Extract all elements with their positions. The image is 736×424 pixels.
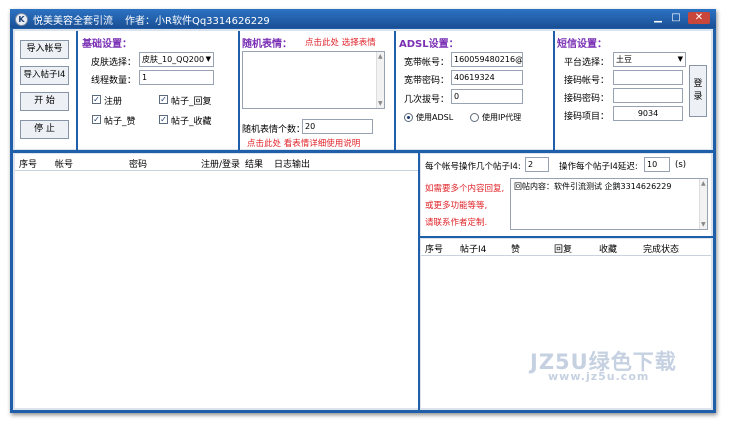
start-button[interactable]: 开 始 (20, 92, 69, 111)
thread-header-line (421, 255, 711, 256)
thread-col-reply: 回复 (554, 245, 573, 255)
adsl-title: ADSL设置： (399, 39, 459, 50)
register-checkbox[interactable]: ✓ (92, 95, 101, 104)
platform-select[interactable]: 土豆 ▼ (613, 52, 686, 67)
scroll-up-icon: ▲ (378, 53, 383, 60)
top-separator (13, 150, 713, 153)
sms-account-input[interactable] (613, 70, 683, 85)
divider-6 (419, 236, 713, 238)
adsl-password-label: 宽带密码： (404, 76, 450, 86)
threads-label: 线程数量： (91, 76, 137, 86)
use-ip-proxy-label: 使用IP代理 (482, 113, 522, 122)
minimize-button[interactable]: ▁ (650, 12, 666, 24)
adsl-password-input[interactable]: 40619324 (451, 70, 523, 85)
thread-col-thread: 帖子I4 (460, 245, 487, 255)
dial-count-label: 几次拔号： (404, 95, 450, 105)
sms-title: 短信设置： (557, 39, 607, 50)
reply-scrollbar[interactable]: ▲ ▼ (699, 179, 707, 229)
promo-line-3: 请联系作者定制. (425, 218, 488, 228)
account-col-log: 日志输出 (274, 160, 311, 170)
skin-select-value: 皮肤_10_QQ200 (142, 55, 205, 64)
emoji-count-input[interactable]: 20 (302, 119, 373, 134)
account-col-register: 注册/登录 (201, 160, 241, 170)
thread-col-status: 完成状态 (643, 245, 680, 255)
import-thread-button[interactable]: 导入帖子I4 (20, 66, 69, 85)
thread-col-like: 赞 (511, 245, 521, 255)
register-label: 注册 (104, 97, 123, 107)
reply-content-text: 回帖内容：软件引流测试 企鹅3314626229 (514, 182, 672, 191)
skin-select[interactable]: 皮肤_10_QQ200 ▼ (139, 52, 214, 67)
stop-button[interactable]: 停 止 (20, 120, 69, 139)
window-title-text: 悦美美容全套引流 (33, 16, 113, 27)
scroll-down-icon: ▼ (701, 221, 706, 228)
sms-password-label: 接码密码： (564, 94, 610, 104)
per-account-label: 每个帐号操作几个帖子I4: (425, 162, 521, 172)
scroll-down-icon: ▼ (378, 100, 383, 107)
threads-input[interactable]: 1 (139, 70, 214, 85)
like-label: 帖子_赞 (104, 117, 136, 127)
promo-line-1: 如需要多个内容回复, (425, 184, 505, 194)
sms-project-input[interactable]: 9034 (613, 106, 683, 121)
platform-select-value: 土豆 (616, 55, 632, 64)
emoji-count-label: 随机表情个数： (242, 125, 306, 135)
sms-login-button[interactable]: 登录 (689, 65, 707, 117)
thread-col-index: 序号 (425, 245, 444, 255)
divider-5 (418, 153, 420, 410)
import-account-button[interactable]: 导入帐号 (20, 40, 69, 59)
divider-3 (394, 31, 396, 151)
use-adsl-label: 使用ADSL (416, 113, 454, 122)
skin-label: 皮肤选择： (91, 58, 137, 68)
platform-label: 平台选择： (564, 58, 610, 68)
emoji-help-link[interactable]: 点击此处 看表情详细使用说明 (247, 137, 360, 149)
account-header-line (15, 170, 418, 171)
emoji-textarea[interactable]: ▲ ▼ (242, 51, 385, 109)
favorite-checkbox[interactable]: ✓ (159, 115, 168, 124)
delay-unit: (s) (675, 160, 687, 170)
account-table (15, 154, 418, 408)
adsl-account-label: 宽带帐号： (404, 58, 450, 68)
account-col-result: 结果 (245, 160, 264, 170)
account-col-password: 密码 (129, 160, 148, 170)
scroll-up-icon: ▲ (701, 180, 706, 187)
reply-label: 帖子_回复 (171, 97, 212, 107)
chevron-down-icon: ▼ (677, 55, 683, 63)
divider-2 (238, 31, 240, 151)
chevron-down-icon: ▼ (205, 55, 211, 63)
select-emoji-link[interactable]: 点击此处 选择表情 (305, 36, 376, 48)
use-ip-proxy-radio[interactable] (470, 113, 479, 122)
reply-content-textarea[interactable]: 回帖内容：软件引流测试 企鹅3314626229 ▲ ▼ (510, 178, 708, 230)
title-bar: K 悦美美容全套引流 作者：小R软件Qq3314626229 ▁ □ ✕ (10, 9, 716, 28)
emoji-title: 随机表情： (242, 39, 292, 50)
divider-4 (553, 31, 555, 151)
close-button[interactable]: ✕ (688, 12, 710, 24)
delay-input[interactable]: 10 (644, 157, 670, 172)
sms-project-label: 接码项目： (564, 112, 610, 122)
basic-settings-title: 基础设置： (82, 39, 132, 50)
window-author-text: 作者：小R软件Qq3314626229 (125, 16, 270, 27)
app-icon: K (15, 13, 28, 26)
delay-label: 操作每个帖子I4延迟: (559, 162, 638, 172)
divider-1 (76, 31, 78, 151)
use-adsl-radio[interactable] (404, 113, 413, 122)
watermark-sub: www.jz5u.com (548, 370, 650, 383)
per-account-input[interactable]: 2 (525, 157, 549, 172)
window-title: 悦美美容全套引流 作者：小R软件Qq3314626229 (33, 12, 270, 27)
reply-checkbox[interactable]: ✓ (159, 95, 168, 104)
thread-col-favorite: 收藏 (599, 245, 618, 255)
like-checkbox[interactable]: ✓ (92, 115, 101, 124)
sms-password-input[interactable] (613, 88, 683, 103)
watermark: JZ5U绿色下载 www.jz5u.com (530, 346, 730, 386)
adsl-account-input[interactable]: 160059480216@w (451, 52, 523, 67)
promo-line-2: 或更多功能等等, (425, 201, 488, 211)
dial-count-input[interactable]: 0 (451, 89, 523, 104)
account-col-index: 序号 (19, 160, 38, 170)
sms-account-label: 接码帐号： (564, 76, 610, 86)
account-col-account: 帐号 (55, 160, 74, 170)
emoji-scrollbar[interactable]: ▲ ▼ (376, 52, 384, 108)
maximize-button[interactable]: □ (668, 12, 684, 24)
favorite-label: 帖子_收藏 (171, 117, 212, 127)
